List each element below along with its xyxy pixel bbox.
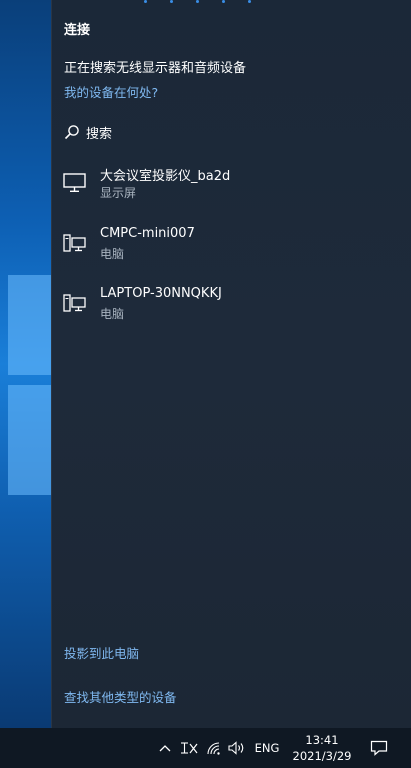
computer-icon (63, 294, 86, 312)
wifi-icon (207, 742, 220, 755)
device-item-projector[interactable]: 大会议室投影仪_ba2d 显示屏 (52, 165, 411, 217)
clock-date: 2021/3/29 (292, 749, 352, 763)
device-type: 显示屏 (100, 186, 137, 200)
connect-panel: 连接 正在搜索无线显示器和音频设备 我的设备在何处? 搜索 大会议室投影仪_ba… (51, 0, 411, 728)
panel-title: 连接 (64, 23, 91, 38)
project-to-this-pc-link[interactable]: 投影到此电脑 (64, 643, 139, 662)
pen-workspace-icon (181, 742, 198, 754)
windows-logo-pane (8, 385, 52, 495)
search-status-text: 正在搜索无线显示器和音频设备 (64, 61, 247, 76)
chevron-up-icon (159, 745, 171, 752)
clock-time: 13:41 (305, 733, 339, 747)
language-indicator: ENG (254, 741, 280, 755)
device-item-laptop[interactable]: LAPTOP-30NNQKKJ 电脑 (52, 286, 411, 338)
progress-dot (144, 0, 147, 3)
progress-dot (196, 0, 199, 3)
progress-dot (170, 0, 173, 3)
desktop: 连接 正在搜索无线显示器和音频设备 我的设备在何处? 搜索 大会议室投影仪_ba… (0, 0, 411, 768)
search-label: 搜索 (86, 126, 113, 142)
device-name: CMPC-mini007 (100, 226, 195, 241)
device-name: 大会议室投影仪_ba2d (100, 169, 231, 184)
pen-workspace-button[interactable] (178, 728, 200, 768)
searching-progress-indicator (142, 0, 282, 4)
device-name: LAPTOP-30NNQKKJ (100, 286, 222, 301)
progress-dot (248, 0, 251, 3)
desktop-wallpaper (0, 0, 52, 728)
network-button[interactable] (204, 728, 226, 768)
find-other-devices-link[interactable]: 查找其他类型的设备 (64, 687, 177, 706)
action-center-button[interactable] (362, 728, 396, 768)
notification-icon (370, 740, 388, 756)
monitor-icon (63, 173, 86, 192)
search-button[interactable]: 搜索 (64, 122, 112, 142)
device-type: 电脑 (100, 307, 125, 321)
progress-dot (222, 0, 225, 3)
volume-button[interactable] (226, 728, 248, 768)
show-hidden-icons-button[interactable] (156, 728, 174, 768)
windows-logo-pane (8, 275, 52, 375)
taskbar: ENG 13:41 2021/3/29 (0, 728, 411, 768)
device-item-cmpc[interactable]: CMPC-mini007 电脑 (52, 226, 411, 278)
volume-icon (228, 741, 244, 755)
input-language-button[interactable]: ENG (250, 728, 284, 768)
device-type: 电脑 (100, 247, 125, 261)
computer-icon (63, 234, 86, 252)
where-is-my-device-link[interactable]: 我的设备在何处? (64, 82, 158, 101)
clock[interactable]: 13:41 2021/3/29 (286, 732, 358, 764)
search-icon (64, 125, 79, 140)
